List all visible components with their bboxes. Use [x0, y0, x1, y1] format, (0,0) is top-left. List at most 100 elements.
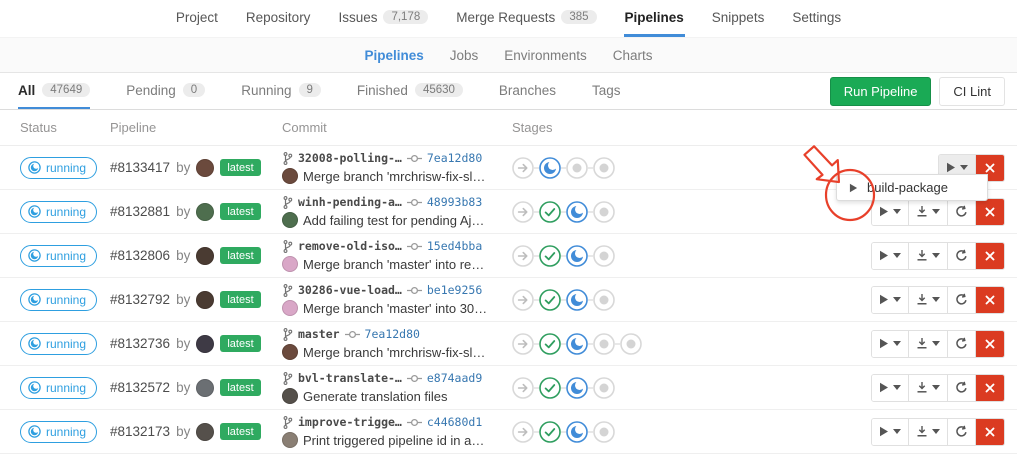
branch-link[interactable]: remove-old-iso…	[298, 239, 402, 253]
cancel-pipeline-button[interactable]	[975, 243, 1004, 269]
commit-sha-link[interactable]: 7ea12d80	[365, 327, 420, 341]
branch-link[interactable]: 32008-polling-…	[298, 151, 402, 165]
cancel-pipeline-button[interactable]	[975, 419, 1004, 445]
stage-created-icon[interactable]	[593, 201, 615, 223]
ci-lint-button[interactable]: CI Lint	[939, 77, 1005, 106]
subnav-item-pipelines[interactable]: Pipelines	[364, 48, 423, 63]
retry-button[interactable]	[947, 375, 975, 401]
pipeline-id-link[interactable]: #8132881	[110, 204, 170, 219]
stage-running-icon[interactable]	[566, 377, 588, 399]
nav-item-snippets[interactable]: Snippets	[711, 0, 766, 37]
commit-message-link[interactable]: Generate translation files	[303, 389, 448, 404]
stage-skipped-icon[interactable]	[512, 201, 534, 223]
avatar[interactable]	[196, 159, 214, 177]
scope-tab-branches[interactable]: Branches	[499, 73, 556, 109]
artifacts-dropdown-button[interactable]	[908, 199, 947, 225]
play-dropdown-button[interactable]	[872, 419, 908, 445]
status-badge-running[interactable]: running	[20, 201, 97, 223]
status-badge-running[interactable]: running	[20, 421, 97, 443]
avatar[interactable]	[196, 379, 214, 397]
nav-item-project[interactable]: Project	[175, 0, 219, 37]
scope-tab-running[interactable]: Running9	[241, 73, 321, 109]
status-badge-running[interactable]: running	[20, 333, 97, 355]
retry-button[interactable]	[947, 199, 975, 225]
dropdown-item-build-package[interactable]: build-package	[837, 177, 987, 198]
play-dropdown-button[interactable]	[872, 375, 908, 401]
commit-message-link[interactable]: Merge branch 'mrchrisw-fix-sl…	[303, 345, 485, 360]
play-dropdown-button[interactable]	[872, 287, 908, 313]
run-pipeline-button[interactable]: Run Pipeline	[830, 77, 932, 106]
commit-message-link[interactable]: Print triggered pipeline id in a…	[303, 433, 484, 448]
avatar[interactable]	[196, 423, 214, 441]
commit-author-avatar[interactable]	[282, 388, 298, 404]
cancel-pipeline-button[interactable]	[975, 199, 1004, 225]
scope-tab-pending[interactable]: Pending0	[126, 73, 205, 109]
artifacts-dropdown-button[interactable]	[908, 375, 947, 401]
stage-skipped-icon[interactable]	[512, 245, 534, 267]
stage-running-icon[interactable]	[539, 157, 561, 179]
stage-created-icon[interactable]	[620, 333, 642, 355]
branch-link[interactable]: winh-pending-a…	[298, 195, 402, 209]
retry-button[interactable]	[947, 331, 975, 357]
nav-item-issues[interactable]: Issues7,178	[337, 0, 429, 37]
branch-link[interactable]: improve-trigge…	[298, 415, 402, 429]
branch-link[interactable]: 30286-vue-load…	[298, 283, 402, 297]
stage-skipped-icon[interactable]	[512, 421, 534, 443]
stage-created-icon[interactable]	[593, 333, 615, 355]
stage-passed-icon[interactable]	[539, 421, 561, 443]
pipeline-id-link[interactable]: #8132736	[110, 336, 170, 351]
retry-button[interactable]	[947, 419, 975, 445]
stage-created-icon[interactable]	[593, 421, 615, 443]
scope-tab-tags[interactable]: Tags	[592, 73, 621, 109]
pipeline-id-link[interactable]: #8132806	[110, 248, 170, 263]
commit-author-avatar[interactable]	[282, 168, 298, 184]
stage-passed-icon[interactable]	[539, 289, 561, 311]
stage-skipped-icon[interactable]	[512, 157, 534, 179]
stage-skipped-icon[interactable]	[512, 333, 534, 355]
play-dropdown-button[interactable]	[872, 331, 908, 357]
commit-sha-link[interactable]: be1e9256	[427, 283, 482, 297]
stage-created-icon[interactable]	[566, 157, 588, 179]
commit-message-link[interactable]: Merge branch 'master' into 30…	[303, 301, 487, 316]
commit-sha-link[interactable]: 48993b83	[427, 195, 482, 209]
stage-created-icon[interactable]	[593, 289, 615, 311]
stage-running-icon[interactable]	[566, 201, 588, 223]
commit-sha-link[interactable]: c44680d1	[427, 415, 482, 429]
artifacts-dropdown-button[interactable]	[908, 419, 947, 445]
cancel-pipeline-button[interactable]	[975, 331, 1004, 357]
commit-author-avatar[interactable]	[282, 256, 298, 272]
artifacts-dropdown-button[interactable]	[908, 287, 947, 313]
avatar[interactable]	[196, 291, 214, 309]
pipeline-id-link[interactable]: #8132173	[110, 424, 170, 439]
commit-author-avatar[interactable]	[282, 300, 298, 316]
avatar[interactable]	[196, 203, 214, 221]
commit-author-avatar[interactable]	[282, 432, 298, 448]
pipeline-id-link[interactable]: #8133417	[110, 160, 170, 175]
branch-link[interactable]: bvl-translate-…	[298, 371, 402, 385]
pipeline-id-link[interactable]: #8132572	[110, 380, 170, 395]
commit-message-link[interactable]: Add failing test for pending Aj…	[303, 213, 484, 228]
stage-running-icon[interactable]	[566, 245, 588, 267]
nav-item-pipelines[interactable]: Pipelines	[624, 0, 685, 37]
cancel-pipeline-button[interactable]	[975, 287, 1004, 313]
play-dropdown-button[interactable]	[872, 243, 908, 269]
avatar[interactable]	[196, 247, 214, 265]
nav-item-repository[interactable]: Repository	[245, 0, 312, 37]
commit-author-avatar[interactable]	[282, 212, 298, 228]
stage-skipped-icon[interactable]	[512, 377, 534, 399]
cancel-pipeline-button[interactable]	[975, 375, 1004, 401]
commit-message-link[interactable]: Merge branch 'master' into re…	[303, 257, 484, 272]
stage-passed-icon[interactable]	[539, 201, 561, 223]
stage-running-icon[interactable]	[566, 333, 588, 355]
subnav-item-environments[interactable]: Environments	[504, 48, 587, 63]
nav-item-merge-requests[interactable]: Merge Requests385	[455, 0, 597, 37]
status-badge-running[interactable]: running	[20, 377, 97, 399]
stage-running-icon[interactable]	[566, 289, 588, 311]
stage-passed-icon[interactable]	[539, 245, 561, 267]
play-dropdown-button[interactable]	[872, 199, 908, 225]
status-badge-running[interactable]: running	[20, 245, 97, 267]
branch-link[interactable]: master	[298, 327, 340, 341]
stage-created-icon[interactable]	[593, 377, 615, 399]
stage-skipped-icon[interactable]	[512, 289, 534, 311]
retry-button[interactable]	[947, 243, 975, 269]
